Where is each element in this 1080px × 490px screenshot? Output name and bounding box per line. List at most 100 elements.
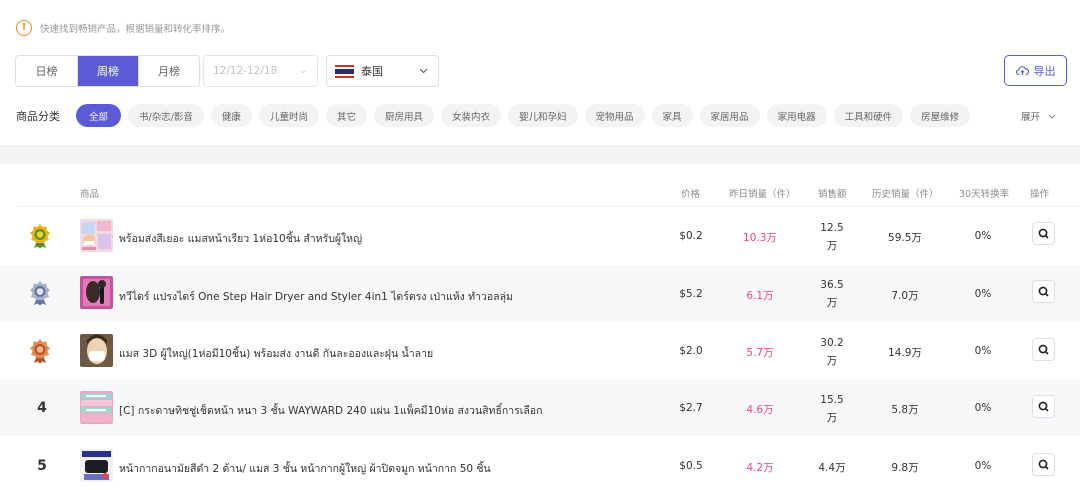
tab-daily[interactable]: 日榜 (16, 56, 77, 86)
product-name[interactable]: [C] กระดาษทิชชู่เช็ดหน้า หนา 3 ชั้น WAYW… (119, 402, 542, 419)
category-item[interactable]: 家居用品 (699, 104, 760, 127)
product-thumbnail[interactable] (80, 219, 113, 252)
category-item[interactable]: 工具和硬件 (833, 104, 904, 127)
table-row[interactable]: ทวีไดร์ แปรงไดร์ One Step Hair Dryer and… (0, 265, 1080, 322)
silver-medal-icon (30, 281, 50, 306)
category-item[interactable]: 其它 (325, 104, 367, 127)
date-range-select[interactable]: 12/12-12/18 ⌄ (203, 55, 318, 87)
search-button[interactable] (1032, 338, 1055, 361)
product-thumbnail[interactable] (80, 391, 113, 424)
search-icon (1038, 286, 1049, 297)
table-row[interactable]: พร้อมส่งสีเยอะ แมสหน้าเรียว 1ห่อ10ชิ้น ส… (0, 207, 1080, 264)
revenue-unit: 万 (826, 297, 838, 309)
tab-weekly[interactable]: 周榜 (77, 56, 138, 86)
category-list: 全部 书/杂志/影音 健康 儿童时尚 其它 厨房用具 女装内衣 婴儿和孕妇 宠物… (76, 104, 971, 127)
revenue: 30.2 (820, 337, 844, 349)
total-sales: 59.5万 (888, 232, 922, 244)
product-name[interactable]: หน้ากากอนามัยสีดำ 2 ด้าน/ แมส 3 ชั้น หน้… (119, 460, 491, 477)
cloud-upload-icon (1015, 66, 1029, 76)
search-icon (1038, 401, 1049, 412)
product-thumbnail[interactable] (80, 449, 113, 482)
total-sales: 5.8万 (891, 404, 919, 416)
search-button[interactable] (1032, 222, 1055, 245)
chevron-down-icon (1048, 114, 1056, 119)
search-icon (1038, 459, 1049, 470)
category-item[interactable]: 儿童时尚 (258, 104, 319, 127)
period-tabs: 日榜 周榜 月榜 (15, 55, 200, 87)
revenue-unit: 万 (826, 240, 838, 252)
thailand-flag-icon (335, 64, 354, 78)
total-sales: 14.9万 (888, 347, 922, 359)
conversion-rate: 0% (974, 402, 992, 414)
chevron-down-icon: ⌄ (299, 66, 307, 76)
column-header-conversion[interactable]: 30天转换率 (959, 186, 1009, 200)
search-button[interactable] (1032, 280, 1055, 303)
revenue-unit: 万 (826, 412, 838, 424)
category-item[interactable]: 家具 (651, 104, 693, 127)
search-button[interactable] (1032, 453, 1055, 476)
conversion-rate: 0% (974, 230, 992, 242)
chevron-down-icon (419, 68, 428, 74)
yesterday-sales: 4.6万 (746, 404, 774, 416)
category-item[interactable]: 家用电器 (766, 104, 827, 127)
price: $2.0 (679, 345, 703, 357)
country-select[interactable]: 泰国 (326, 55, 439, 87)
country-label: 泰国 (361, 65, 383, 78)
search-icon (1038, 228, 1049, 239)
price: $5.2 (679, 288, 703, 300)
product-name[interactable]: ทวีไดร์ แปรงไดร์ One Step Hair Dryer and… (119, 288, 513, 305)
category-label: 商品分类 (16, 110, 60, 123)
product-thumbnail[interactable] (80, 334, 113, 367)
category-item[interactable]: 婴儿和孕妇 (508, 104, 578, 127)
yesterday-sales: 6.1万 (746, 290, 774, 302)
total-sales: 9.8万 (891, 462, 919, 474)
column-header-yesterday-sales[interactable]: 昨日销量（件） (729, 186, 796, 200)
total-sales: 7.0万 (891, 290, 919, 302)
date-range-value: 12/12-12/18 (213, 65, 278, 77)
revenue: 12.5 (820, 222, 844, 234)
conversion-rate: 0% (974, 288, 992, 300)
rank-number: 4 (37, 400, 47, 416)
expand-categories-button[interactable]: 展开 (1021, 109, 1056, 123)
rank-number: 5 (37, 458, 47, 474)
category-item[interactable]: 厨房用具 (373, 104, 434, 127)
yesterday-sales: 10.3万 (743, 232, 777, 244)
column-header-total-sales[interactable]: 历史销量（件） (872, 186, 939, 200)
category-item[interactable]: 女装内衣 (440, 104, 501, 127)
product-thumbnail[interactable] (80, 276, 113, 309)
revenue: 4.4万 (818, 462, 846, 474)
hint-bar: ! 快速找到畅销产品，根据销量和转化率排序。 (16, 19, 230, 37)
search-button[interactable] (1032, 395, 1055, 418)
tab-monthly[interactable]: 月榜 (138, 56, 199, 86)
table-row[interactable]: 4 [C] กระดาษทิชชู่เช็ดหน้า หนา 3 ชั้น WA… (0, 379, 1080, 436)
yesterday-sales: 4.2万 (746, 462, 774, 474)
export-button[interactable]: 导出 (1004, 55, 1067, 86)
product-name[interactable]: พร้อมส่งสีเยอะ แมสหน้าเรียว 1ห่อ10ชิ้น ส… (119, 230, 362, 247)
category-item[interactable]: 宠物用品 (584, 104, 645, 127)
price: $0.2 (679, 230, 703, 242)
category-item[interactable]: 健康 (210, 104, 252, 127)
table-row[interactable]: แมส 3D ผู้ใหญ่(1ห่อมี10ชิ้น) พร้อมส่ง งา… (0, 322, 1080, 379)
table-row[interactable]: 5 หน้ากากอนามัยสีดำ 2 ด้าน/ แมส 3 ชั้น ห… (0, 437, 1080, 490)
category-item[interactable]: 书/杂志/影音 (128, 104, 204, 127)
column-header-price[interactable]: 价格 (681, 186, 700, 200)
column-header-action: 操作 (1030, 189, 1050, 200)
exclamation-circle-icon: ! (16, 20, 32, 36)
column-header-product: 商品 (80, 189, 100, 200)
export-label: 导出 (1033, 64, 1056, 78)
product-name[interactable]: แมส 3D ผู้ใหญ่(1ห่อมี10ชิ้น) พร้อมส่ง งา… (119, 345, 433, 362)
expand-label: 展开 (1021, 112, 1041, 123)
column-header-revenue[interactable]: 销售额 (818, 186, 847, 200)
conversion-rate: 0% (974, 345, 992, 357)
price: $2.7 (679, 402, 703, 414)
bronze-medal-icon (30, 339, 50, 364)
conversion-rate: 0% (974, 460, 992, 472)
price: $0.5 (679, 460, 703, 472)
revenue: 36.5 (820, 279, 844, 291)
revenue: 15.5 (820, 394, 844, 406)
hint-text: 快速找到畅销产品，根据销量和转化率排序。 (40, 24, 231, 35)
category-item[interactable]: 房屋维修 (910, 104, 971, 127)
yesterday-sales: 5.7万 (746, 347, 774, 359)
search-icon (1038, 344, 1049, 355)
category-all[interactable]: 全部 (76, 104, 122, 127)
